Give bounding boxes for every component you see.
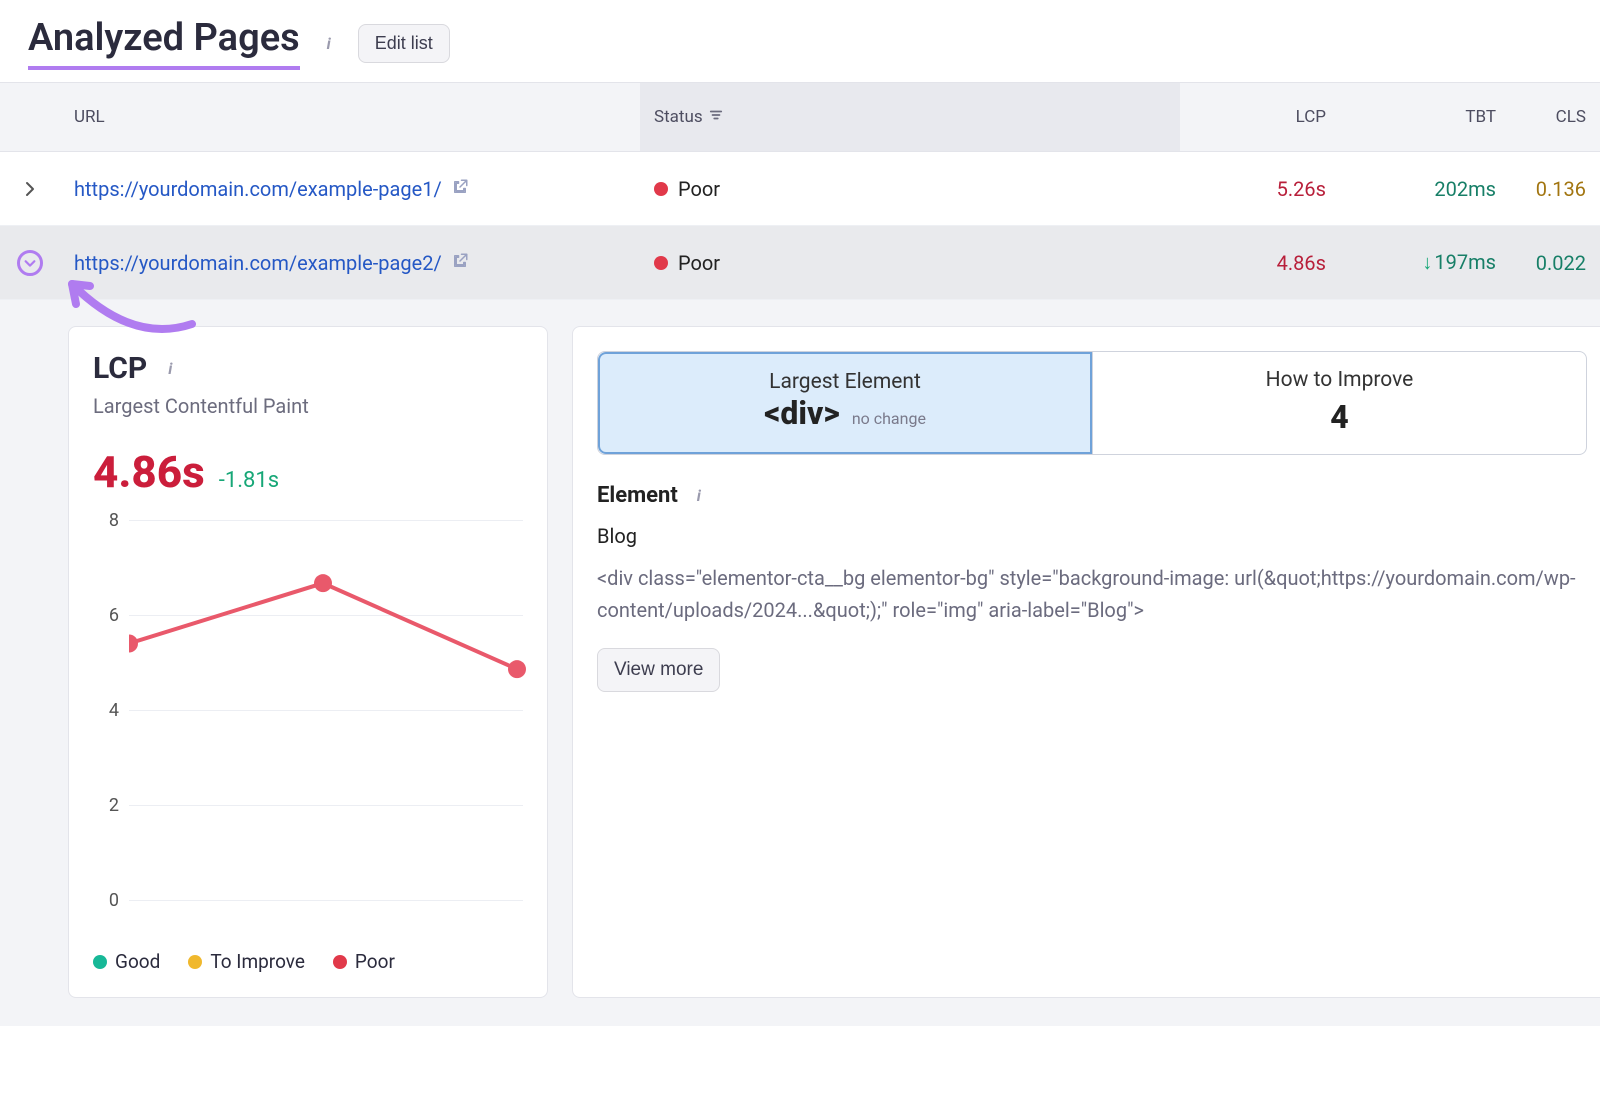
element-name: Blog	[597, 524, 1587, 548]
legend-good-icon	[93, 955, 107, 969]
tab-how-to-improve[interactable]: How to Improve 4	[1092, 352, 1586, 454]
tab-largest-title: Largest Element	[610, 370, 1080, 394]
sort-icon	[709, 107, 723, 127]
legend-poor-label: Poor	[355, 950, 395, 973]
tbt-cell: ↓197ms	[1340, 250, 1510, 275]
external-link-icon[interactable]	[451, 251, 469, 275]
page-title: Analyzed Pages	[28, 16, 300, 70]
lcp-cell: 5.26s	[1180, 177, 1340, 201]
info-icon[interactable]: i	[159, 358, 181, 380]
detail-tabs: Largest Element <div> no change How to I…	[597, 351, 1587, 455]
col-url[interactable]: URL	[60, 107, 640, 127]
chevron-right-icon	[22, 181, 38, 197]
lcp-delta: -1.81s	[219, 468, 279, 493]
col-lcp[interactable]: LCP	[1180, 107, 1340, 127]
table-row[interactable]: https://yourdomain.com/example-page1/ Po…	[0, 152, 1600, 226]
tab-improve-title: How to Improve	[1103, 368, 1576, 392]
lcp-chart: 02468	[93, 510, 523, 930]
legend-improve-icon	[188, 955, 202, 969]
status-dot-icon	[654, 182, 668, 196]
external-link-icon[interactable]	[451, 177, 469, 201]
tab-improve-value: 4	[1103, 398, 1576, 436]
status-cell: Poor	[640, 177, 1180, 201]
url-text: https://yourdomain.com/example-page1/	[74, 177, 442, 201]
element-card: Largest Element <div> no change How to I…	[572, 326, 1600, 998]
url-cell[interactable]: https://yourdomain.com/example-page2/	[60, 251, 640, 275]
tbt-value: 197ms	[1434, 250, 1496, 274]
tab-largest-note: no change	[852, 409, 926, 428]
url-cell[interactable]: https://yourdomain.com/example-page1/	[60, 177, 640, 201]
table-header: URL Status LCP TBT CLS	[0, 82, 1600, 152]
edit-list-button[interactable]: Edit list	[358, 24, 450, 63]
status-text: Poor	[678, 177, 720, 201]
chart-legend: Good To Improve Poor	[93, 950, 523, 973]
col-tbt[interactable]: TBT	[1340, 107, 1510, 127]
trend-down-icon: ↓	[1422, 250, 1432, 274]
status-dot-icon	[654, 256, 668, 270]
status-cell: Poor	[640, 251, 1180, 275]
status-text: Poor	[678, 251, 720, 275]
info-icon[interactable]: i	[688, 485, 710, 507]
lcp-card: LCP i Largest Contentful Paint 4.86s -1.…	[68, 326, 548, 998]
url-text: https://yourdomain.com/example-page2/	[74, 251, 442, 275]
col-status[interactable]: Status	[640, 83, 1180, 151]
lcp-title: LCP	[93, 351, 147, 386]
expand-toggle[interactable]	[0, 181, 60, 197]
col-status-label: Status	[654, 107, 703, 127]
legend-good-label: Good	[115, 950, 160, 973]
tab-largest-value: <div>	[764, 394, 840, 432]
table-row[interactable]: https://yourdomain.com/example-page2/ Po…	[0, 226, 1600, 300]
info-icon[interactable]: i	[318, 32, 340, 54]
element-section-title: Element	[597, 483, 678, 508]
lcp-cell: 4.86s	[1180, 251, 1340, 275]
expand-toggle[interactable]	[0, 250, 60, 276]
legend-poor-icon	[333, 955, 347, 969]
chevron-down-icon	[17, 250, 43, 276]
cls-cell: 0.136	[1510, 177, 1600, 201]
cls-cell: 0.022	[1510, 251, 1600, 275]
element-code: <div class="elementor-cta__bg elementor-…	[597, 562, 1587, 626]
col-cls[interactable]: CLS	[1510, 107, 1600, 127]
tab-largest-element[interactable]: Largest Element <div> no change	[598, 352, 1092, 454]
lcp-value: 4.86s	[93, 446, 205, 498]
tbt-cell: 202ms	[1340, 177, 1510, 201]
view-more-button[interactable]: View more	[597, 648, 720, 692]
lcp-subtitle: Largest Contentful Paint	[93, 394, 523, 418]
legend-improve-label: To Improve	[210, 950, 305, 973]
